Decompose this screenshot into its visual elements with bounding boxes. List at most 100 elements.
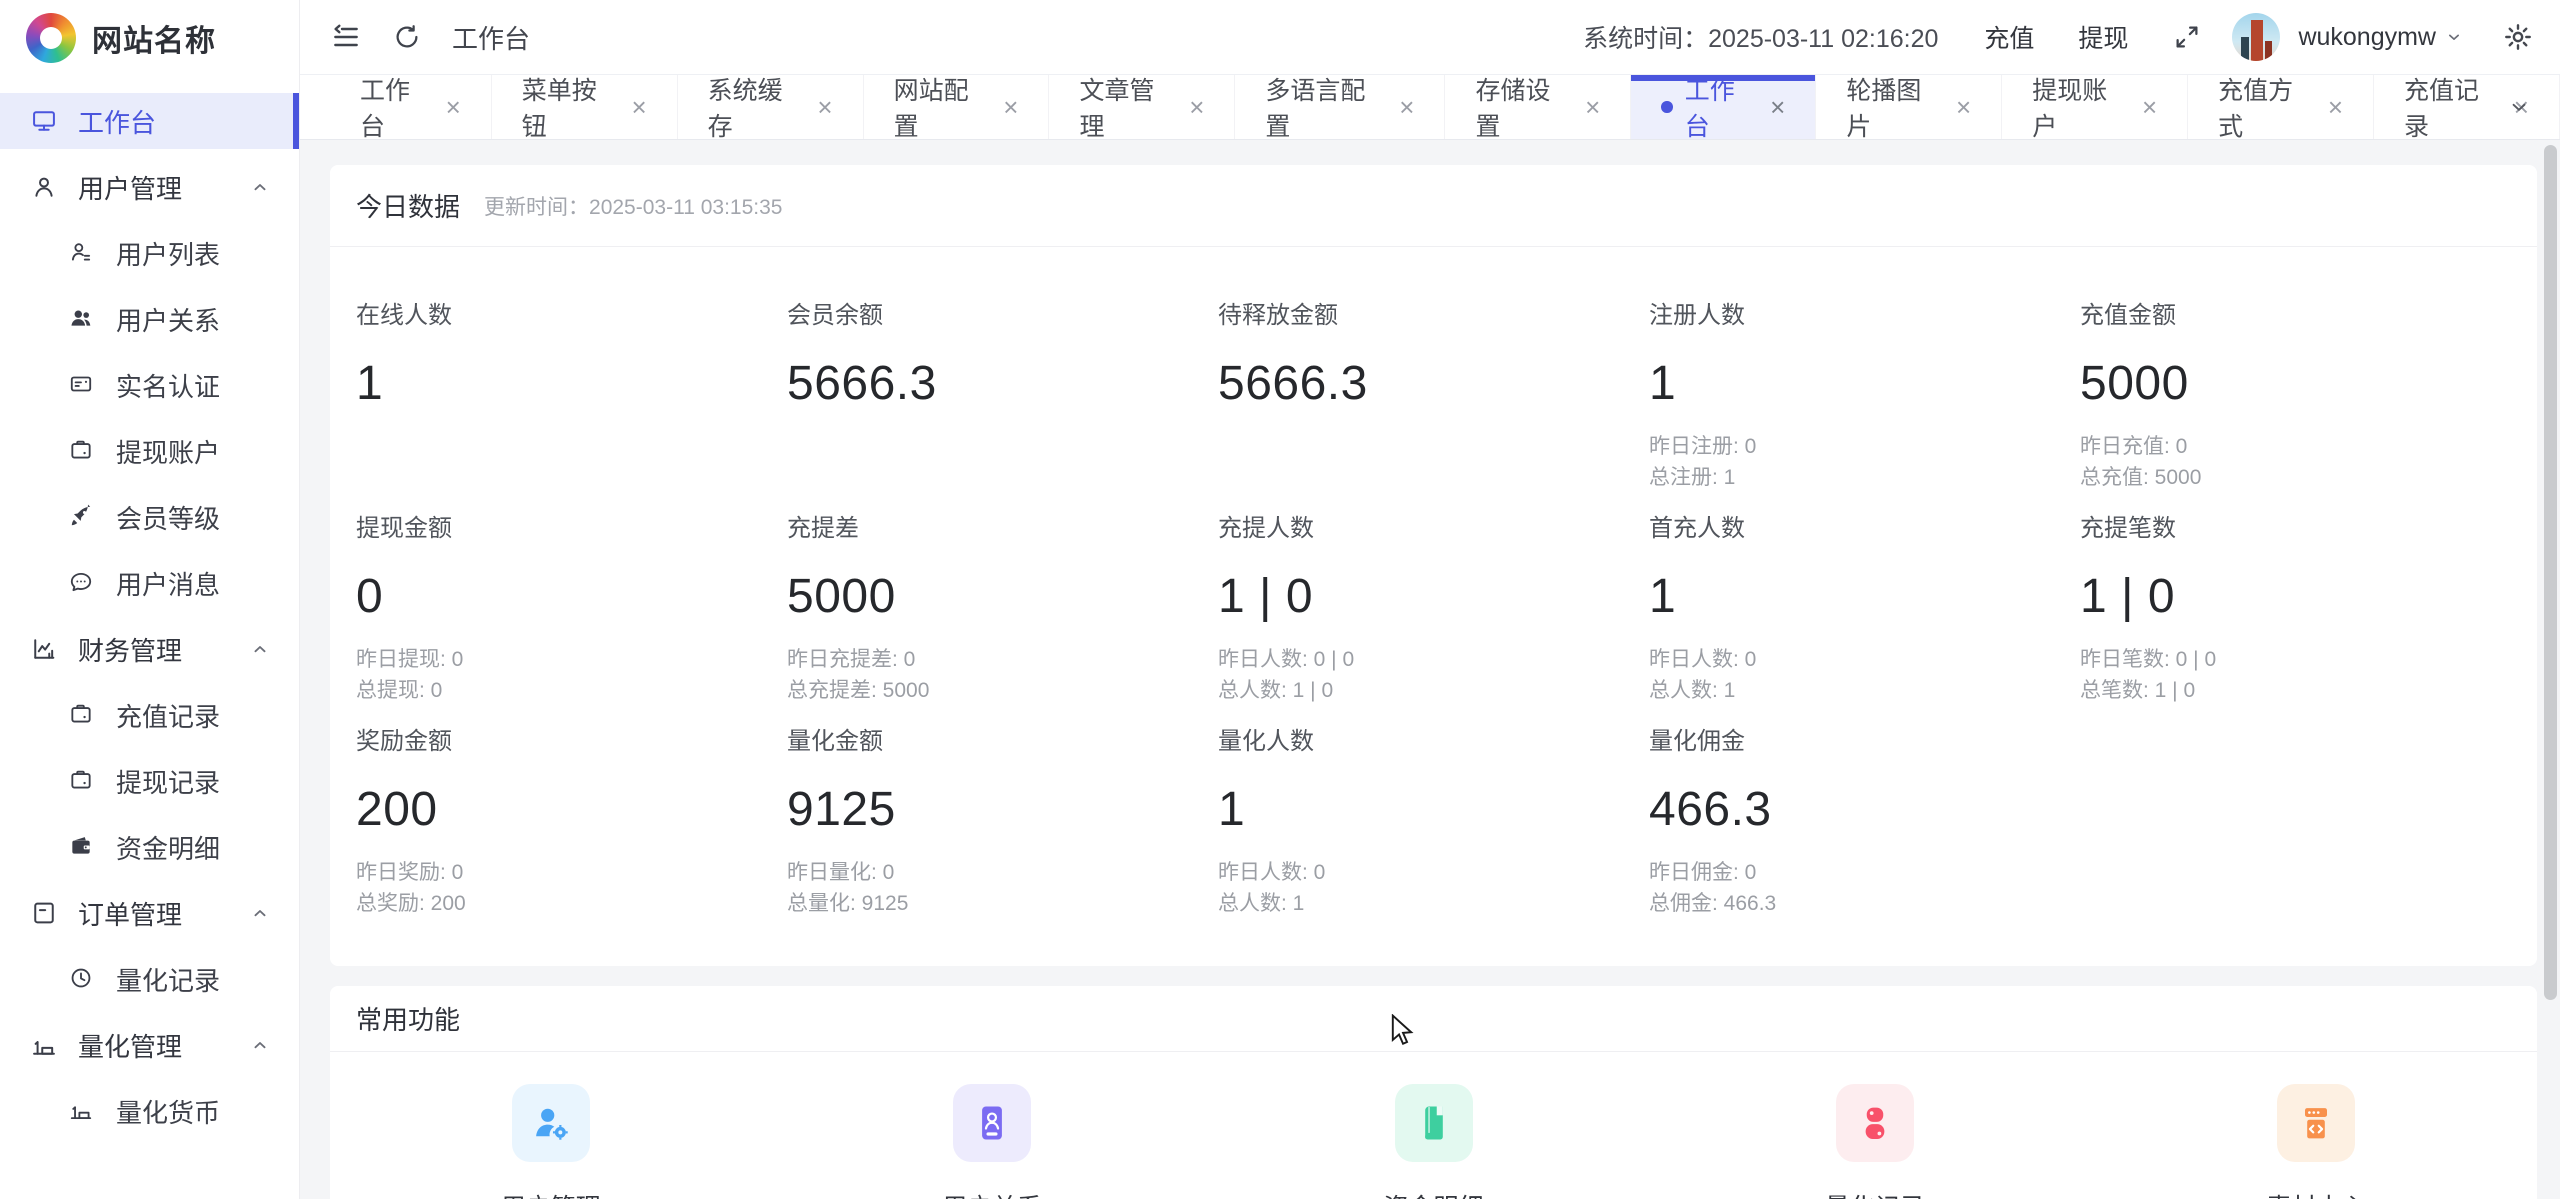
sidebar-item-user-messages[interactable]: 用户消息 [0,555,299,611]
stat-value: 1 [356,356,787,411]
stat-value: 5000 [787,569,1218,624]
sidebar-item-member-level[interactable]: 会员等级 [0,489,299,545]
sidebar-item-fund-details[interactable]: 资金明细 [0,819,299,875]
stat-sub: 昨日提现: 0 [356,644,787,675]
stat-sub: 总量化: 9125 [787,888,1218,919]
system-time: 系统时间：2025-03-11 02:16:20 [1583,19,1938,55]
close-icon[interactable]: × [1003,92,1018,123]
sidebar-group-label: 订单管理 [78,895,182,932]
stat-value: 466.3 [1649,782,2080,837]
brand-logo-icon [26,13,76,63]
sidebar-item-label: 提现记录 [116,763,220,800]
close-icon[interactable]: × [446,92,461,123]
stat-sub: 昨日人数: 0 | 0 [1218,644,1649,675]
sidebar-group-finance-management[interactable]: 财务管理 [0,621,299,677]
withdraw-link[interactable]: 提现 [2078,19,2128,55]
close-icon[interactable]: × [631,92,646,123]
sidebar-item-user-list[interactable]: 用户列表 [0,225,299,281]
tab-workbench-active[interactable]: 工作台× [1631,75,1816,139]
tab-recharge-records[interactable]: 充值记录× [2374,75,2560,139]
today-data-card: 今日数据 更新时间：2025-03-11 03:15:35 在线人数 1 会员余… [330,165,2537,966]
username[interactable]: wukongymw [2298,23,2436,52]
sidebar-item-quant-currency[interactable]: 量化货币 [0,1083,299,1139]
tab-storage-settings[interactable]: 存储设置× [1445,75,1631,139]
tab-workbench[interactable]: 工作台× [330,75,492,139]
wallet-filled-icon [68,833,96,861]
close-icon[interactable]: × [1399,92,1414,123]
quick-item-quant-records[interactable]: 量化记录 [1654,1084,2095,1199]
close-icon[interactable]: × [2328,92,2343,123]
chevron-up-icon [249,638,271,660]
stat-label: 会员余额 [787,295,1218,330]
stat-value: 9125 [787,782,1218,837]
sidebar-item-recharge-records[interactable]: 充值记录 [0,687,299,743]
rocket-icon [68,503,96,531]
tab-withdraw-accounts[interactable]: 提现账户× [2002,75,2188,139]
refresh-icon[interactable] [392,22,422,52]
brand-name: 网站名称 [92,16,216,60]
sidebar-item-quant-records[interactable]: 量化记录 [0,951,299,1007]
quick-card-header: 常用功能 [330,986,2537,1052]
tab-system-cache[interactable]: 系统缓存× [678,75,864,139]
brand: 网站名称 [0,0,299,75]
tab-label: 存储设置 [1475,71,1571,143]
stat-value: 0 [356,569,787,624]
monitor-icon [30,107,58,135]
sidebar-item-label: 充值记录 [116,697,220,734]
sidebar-group-label: 财务管理 [78,631,182,668]
tab-site-config[interactable]: 网站配置× [864,75,1050,139]
close-icon[interactable]: × [2142,92,2157,123]
sidebar-item-user-relations[interactable]: 用户关系 [0,291,299,347]
stat-value: 1 [1649,356,2080,411]
stat-withdraw-amount: 提现金额 0 昨日提现: 0 总提现: 0 [356,508,787,701]
sidebar-group-quant-management[interactable]: 量化管理 [0,1017,299,1073]
sidebar-item-withdraw-records[interactable]: 提现记录 [0,753,299,809]
tab-menu-buttons[interactable]: 菜单按钮× [492,75,678,139]
recharge-link[interactable]: 充值 [1984,19,2034,55]
stat-sub: 昨日充值: 0 [2080,431,2511,462]
sidebar-item-workbench[interactable]: 工作台 [0,93,299,149]
vertical-scrollbar[interactable] [2544,145,2557,1000]
sidebar-group-user-management[interactable]: 用户管理 [0,159,299,215]
stat-label: 充提差 [787,508,1218,543]
stat-quant-amount: 量化金额 9125 昨日量化: 0 总量化: 9125 [787,721,1218,914]
sidebar-group-label: 量化管理 [78,1027,182,1064]
gear-icon[interactable] [2502,21,2534,53]
tab-carousel-images[interactable]: 轮播图片× [1816,75,2002,139]
avatar[interactable] [2232,13,2280,61]
close-icon[interactable]: × [1956,92,1971,123]
quick-item-user-relations[interactable]: 用户关系 [771,1084,1212,1199]
tab-bar: 工作台× 菜单按钮× 系统缓存× 网站配置× 文章管理× 多语言配置× 存储设置… [300,75,2560,140]
tab-article-management[interactable]: 文章管理× [1049,75,1235,139]
collapse-sidebar-icon[interactable] [330,21,362,53]
quick-item-label: 量化记录 [1825,1188,1925,1199]
quick-item-user-management[interactable]: 用户管理 [330,1084,771,1199]
stat-recharge-withdraw-count: 充提笔数 1 | 0 昨日笔数: 0 | 0 总笔数: 1 | 0 [2080,508,2511,701]
chevron-down-icon[interactable] [2444,27,2464,47]
tab-recharge-methods[interactable]: 充值方式× [2188,75,2374,139]
close-icon[interactable]: × [1189,92,1204,123]
quick-item-material-center[interactable]: 素材中心 [2096,1084,2537,1199]
tab-multilanguage-config[interactable]: 多语言配置× [1235,75,1445,139]
close-icon[interactable]: × [1770,92,1785,123]
stat-value: 5666.3 [787,356,1218,411]
sidebar-item-withdraw-accounts[interactable]: 提现账户 [0,423,299,479]
stat-pending-release: 待释放金额 5666.3 [1218,295,1649,488]
sidebar-group-order-management[interactable]: 订单管理 [0,885,299,941]
fullscreen-icon[interactable] [2172,22,2202,52]
today-card-title: 今日数据 [356,187,460,224]
tab-overflow-chevron-down-icon[interactable] [2506,75,2532,139]
stat-sub: 昨日笔数: 0 | 0 [2080,644,2511,675]
user-icon [30,173,58,201]
sidebar-item-real-name-auth[interactable]: 实名认证 [0,357,299,413]
close-icon[interactable]: × [817,92,832,123]
close-icon[interactable]: × [1585,92,1600,123]
quick-item-fund-details[interactable]: 资金明细 [1213,1084,1654,1199]
stat-label: 充提笔数 [2080,508,2511,543]
tab-label: 充值方式 [2218,71,2314,143]
tab-label: 菜单按钮 [522,71,618,143]
users-icon [68,305,96,333]
sidebar-menu: 工作台 用户管理 用户列表 用 [0,75,299,1139]
chevron-up-icon [249,1034,271,1056]
stat-label: 待释放金额 [1218,295,1649,330]
